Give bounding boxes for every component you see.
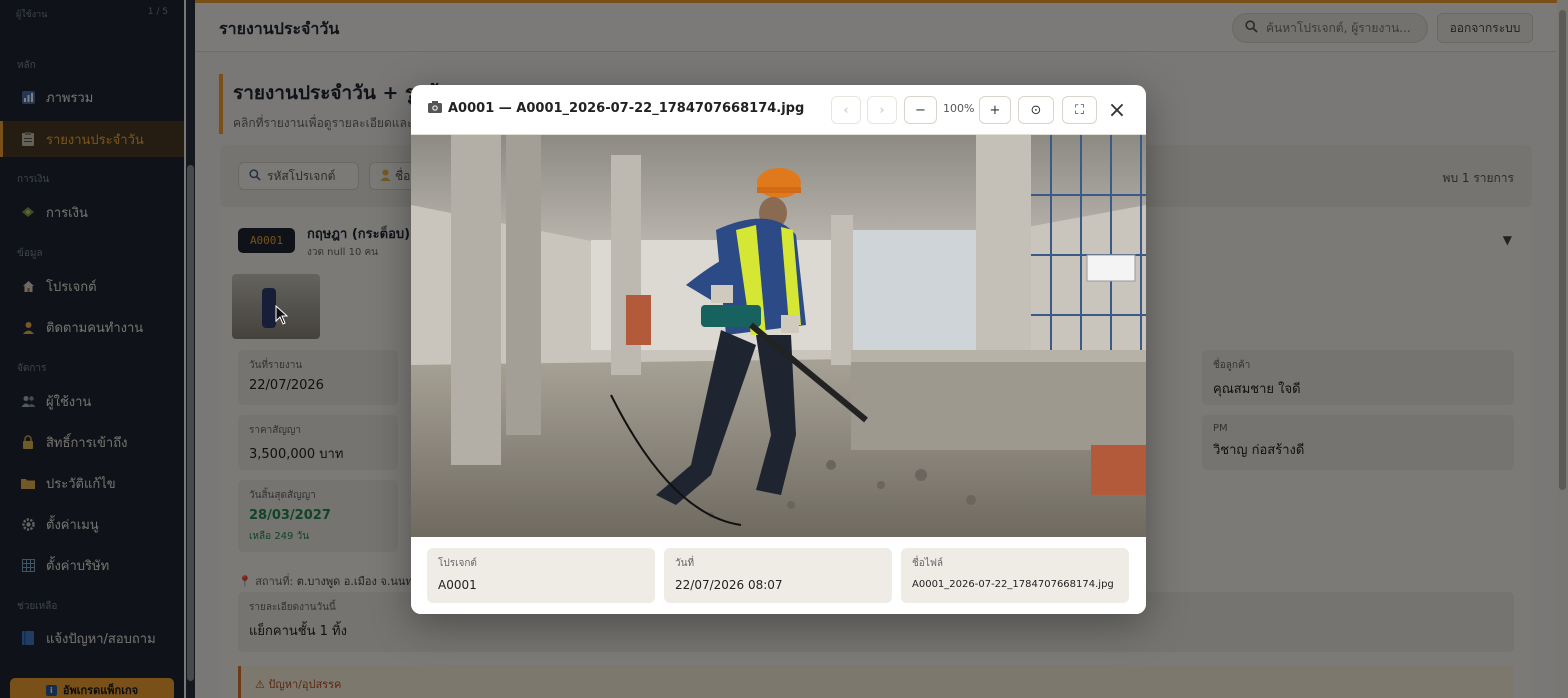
photo-viewer-modal: A0001 — A0001_2026-07-22_1784707668174.j…: [411, 85, 1146, 614]
photo-filename-label: ชื่อไฟล์: [912, 558, 944, 569]
zoom-level: 100%: [943, 102, 975, 115]
photo-project-value: A0001: [438, 578, 477, 592]
modal-title: A0001 — A0001_2026-07-22_1784707668174.j…: [428, 101, 804, 116]
modal-title-text: A0001 — A0001_2026-07-22_1784707668174.j…: [448, 101, 805, 116]
photo-project-card: โปรเจกต์ A0001: [427, 548, 655, 603]
photo-filename-card: ชื่อไฟล์ A0001_2026-07-22_1784707668174.…: [901, 548, 1129, 603]
camera-icon: [428, 101, 442, 116]
mouse-cursor-icon: [275, 305, 289, 325]
close-modal-button[interactable]: ×: [1105, 97, 1129, 123]
photo-filename-value: A0001_2026-07-22_1784707668174.jpg: [912, 579, 1114, 590]
construction-photo-illustration: [411, 135, 1146, 537]
fullscreen-button[interactable]: ⛶: [1062, 96, 1097, 124]
previous-photo-button[interactable]: ‹: [831, 96, 861, 124]
modal-header: A0001 — A0001_2026-07-22_1784707668174.j…: [411, 85, 1146, 135]
photo-date-value: 22/07/2026 08:07: [675, 578, 783, 592]
zoom-out-button[interactable]: −: [904, 96, 937, 124]
photo-project-label: โปรเจกต์: [438, 558, 477, 569]
reset-zoom-button[interactable]: ⊙: [1018, 96, 1054, 124]
photo-date-card: วันที่ 22/07/2026 08:07: [664, 548, 892, 603]
next-photo-button[interactable]: ›: [867, 96, 897, 124]
report-photo[interactable]: [411, 135, 1146, 537]
zoom-in-button[interactable]: +: [979, 96, 1011, 124]
photo-info: โปรเจกต์ A0001 วันที่ 22/07/2026 08:07 ช…: [411, 537, 1146, 614]
photo-date-label: วันที่: [675, 558, 695, 569]
